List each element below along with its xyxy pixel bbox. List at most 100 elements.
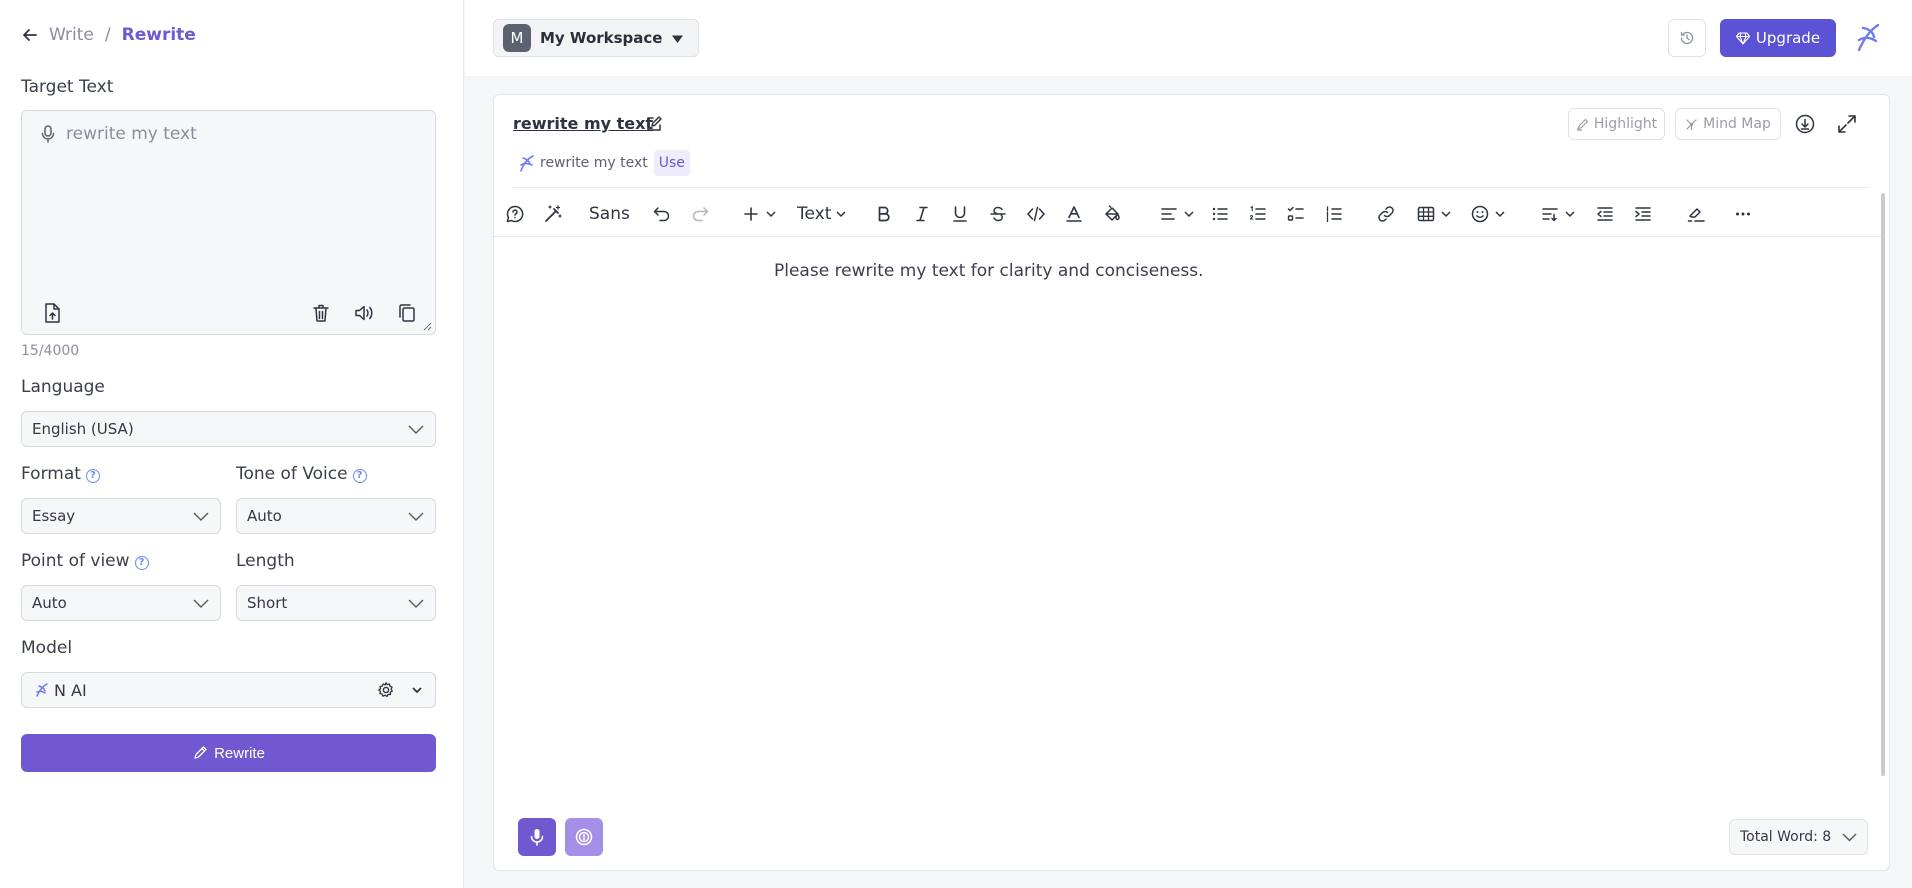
align-button[interactable] <box>1159 203 1195 225</box>
point-of-view-label: Point of view? <box>21 551 149 571</box>
insert-block-button[interactable] <box>741 203 777 225</box>
sound-wave-icon <box>575 828 593 846</box>
tone-select[interactable]: Auto <box>236 498 436 534</box>
target-text-area[interactable]: rewrite my text <box>21 110 436 335</box>
top-bar: M My Workspace Upgrade <box>465 0 1912 76</box>
character-counter: 15/4000 <box>21 343 80 359</box>
length-label: Length <box>236 551 295 571</box>
upload-file-icon[interactable] <box>41 302 63 324</box>
link-icon[interactable] <box>1376 203 1396 225</box>
underline-icon[interactable] <box>950 203 970 225</box>
checklist-icon[interactable] <box>1286 203 1306 225</box>
chevron-down-icon <box>193 599 209 608</box>
redo-icon[interactable] <box>690 203 710 225</box>
history-icon <box>1680 31 1694 45</box>
language-label: Language <box>21 377 105 397</box>
chevron-down-icon <box>766 211 776 218</box>
target-text-placeholder: rewrite my text <box>66 124 197 144</box>
block-type-label: Text <box>797 204 832 224</box>
word-count-select[interactable]: Total Word: 8 <box>1729 819 1868 855</box>
breadcrumb-separator: / <box>104 25 111 45</box>
voice-input-button[interactable] <box>518 818 556 856</box>
history-button[interactable] <box>1668 19 1706 57</box>
gear-icon[interactable] <box>377 681 395 699</box>
model-value: N AI <box>54 680 87 700</box>
point-of-view-value: Auto <box>32 594 67 612</box>
highlight-button[interactable]: Highlight <box>1568 108 1665 140</box>
indent-icon[interactable] <box>1633 203 1653 225</box>
more-options-icon[interactable] <box>1733 203 1753 225</box>
emoji-button[interactable] <box>1470 203 1506 225</box>
tone-value: Auto <box>247 507 282 525</box>
chevron-down-icon <box>1495 211 1505 218</box>
workspace-name: My Workspace <box>540 29 663 47</box>
format-select[interactable]: Essay <box>21 498 221 534</box>
upgrade-label: Upgrade <box>1755 29 1821 47</box>
help-icon[interactable]: ? <box>352 469 367 483</box>
table-icon <box>1417 206 1435 222</box>
brand-logo-icon[interactable] <box>1855 22 1881 54</box>
download-icon[interactable] <box>1794 113 1816 135</box>
editor-scrollbar[interactable] <box>1881 193 1885 776</box>
font-family-selector[interactable]: Sans <box>589 203 630 225</box>
language-value: English (USA) <box>32 420 134 438</box>
word-count-value: Total Word: 8 <box>1740 829 1832 845</box>
back-arrow-icon[interactable] <box>21 26 39 44</box>
resize-handle-icon[interactable] <box>422 321 432 331</box>
trash-icon[interactable] <box>310 302 332 324</box>
workspace-avatar: M <box>503 24 531 52</box>
chevron-down-icon[interactable] <box>411 685 423 695</box>
speaker-icon[interactable] <box>353 302 375 324</box>
chevron-down-icon <box>408 425 424 434</box>
edit-title-icon[interactable] <box>645 115 663 133</box>
use-suggestion-button[interactable]: Use <box>653 150 690 176</box>
pencil-icon <box>194 746 207 759</box>
chevron-down-icon <box>1441 211 1451 218</box>
ai-logo-icon <box>520 154 534 172</box>
document-title[interactable]: rewrite my text <box>513 114 653 133</box>
point-of-view-select[interactable]: Auto <box>21 585 221 621</box>
strikethrough-icon[interactable] <box>988 203 1008 225</box>
expand-icon[interactable] <box>1836 113 1858 135</box>
text-color-icon[interactable] <box>1064 203 1084 225</box>
clear-format-icon[interactable] <box>1686 203 1706 225</box>
plus-icon <box>744 207 758 221</box>
copy-icon[interactable] <box>396 302 418 324</box>
length-select[interactable]: Short <box>236 585 436 621</box>
model-select[interactable]: N AI <box>21 672 436 708</box>
length-value: Short <box>247 594 288 612</box>
magic-wand-icon[interactable] <box>543 203 563 225</box>
bullet-list-icon[interactable] <box>1210 203 1230 225</box>
numbered-list-icon[interactable] <box>1248 203 1268 225</box>
highlighter-icon <box>1576 118 1588 131</box>
divider <box>494 236 1881 237</box>
rewrite-button[interactable]: Rewrite <box>21 734 436 772</box>
bold-icon[interactable] <box>874 203 894 225</box>
undo-icon[interactable] <box>652 203 672 225</box>
ordered-list-icon[interactable] <box>1324 203 1344 225</box>
highlight-color-icon[interactable] <box>1102 203 1122 225</box>
highlight-label: Highlight <box>1593 116 1658 132</box>
workspace-switcher[interactable]: M My Workspace <box>493 19 699 57</box>
breadcrumb-write[interactable]: Write <box>49 25 94 45</box>
italic-icon[interactable] <box>912 203 932 225</box>
help-icon[interactable]: ? <box>134 556 149 570</box>
microphone-icon <box>530 829 544 846</box>
block-type-selector[interactable]: Text <box>797 203 847 225</box>
mind-map-icon <box>1686 118 1697 130</box>
code-icon[interactable] <box>1026 203 1046 225</box>
chevron-down-icon <box>193 512 209 521</box>
model-label: Model <box>21 638 73 658</box>
table-button[interactable] <box>1416 203 1452 225</box>
language-select[interactable]: English (USA) <box>21 411 436 447</box>
editor-content[interactable]: Please rewrite my text for clarity and c… <box>774 261 1204 281</box>
outdent-icon[interactable] <box>1595 203 1615 225</box>
voice-stream-button[interactable] <box>565 818 603 856</box>
mind-map-button[interactable]: Mind Map <box>1675 108 1781 140</box>
comment-ai-icon[interactable] <box>505 203 525 225</box>
microphone-icon[interactable] <box>40 125 56 143</box>
help-icon[interactable]: ? <box>85 469 100 483</box>
chevron-down-icon <box>836 211 846 218</box>
line-height-button[interactable] <box>1540 203 1576 225</box>
upgrade-button[interactable]: Upgrade <box>1720 19 1836 57</box>
